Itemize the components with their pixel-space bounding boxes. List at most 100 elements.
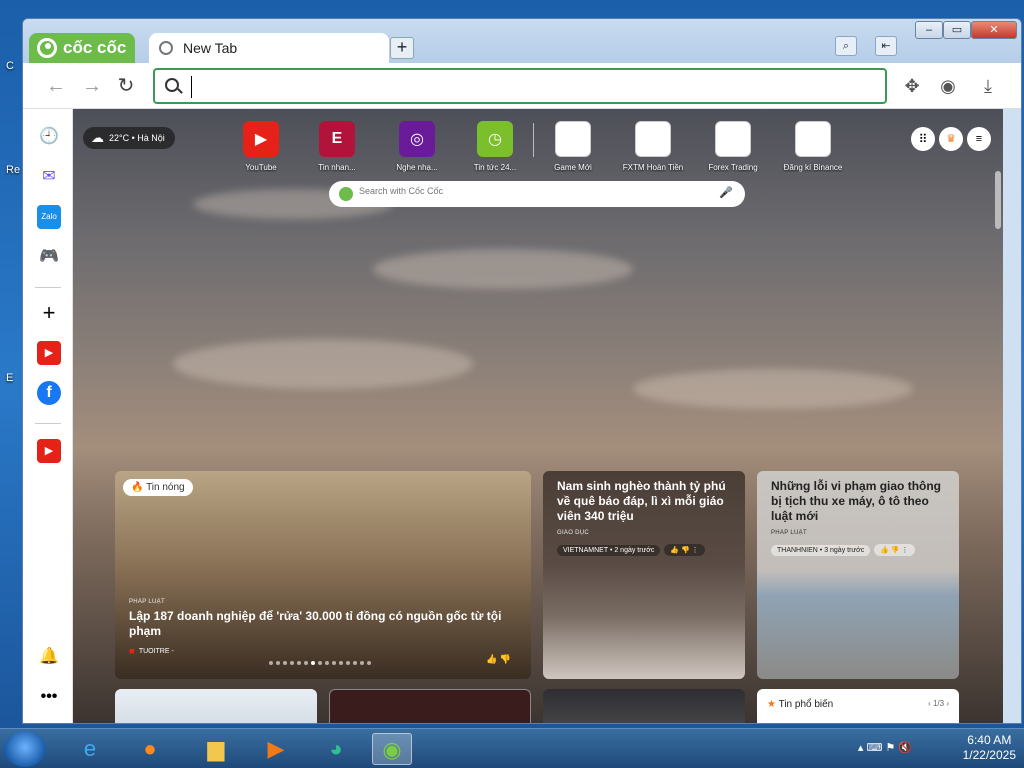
- minimize-button[interactable]: –: [915, 21, 943, 39]
- carousel-dots[interactable]: [269, 661, 371, 665]
- news-category: PHÁP LUẬT: [771, 530, 807, 536]
- shortcut-1[interactable]: E Tin nhan...: [302, 121, 372, 172]
- shortcut-tile-icon: ◷: [477, 121, 513, 157]
- clock[interactable]: 6:40 AM 1/22/2025: [963, 733, 1016, 763]
- profile-icon[interactable]: ◉: [937, 75, 959, 97]
- weather-widget[interactable]: 22°C • Hà Nội: [83, 127, 175, 149]
- tab-favicon-icon: [159, 41, 173, 55]
- shortcut-label: Tin nhan...: [318, 163, 356, 172]
- search-icon: [165, 78, 179, 92]
- tab-title: New Tab: [183, 40, 238, 56]
- messenger-icon[interactable]: ✉: [37, 165, 61, 189]
- forward-button[interactable]: →: [79, 73, 105, 99]
- popular-news-item[interactable]: HLV Shin Tae Yong có công: [757, 710, 959, 723]
- extensions-icon[interactable]: ✥: [901, 75, 923, 97]
- address-bar[interactable]: [153, 68, 887, 104]
- shortcut-7[interactable]: Đăng kí Binance: [778, 121, 848, 172]
- youtube-icon[interactable]: ▶: [37, 341, 61, 365]
- maximize-button[interactable]: ▭: [943, 21, 971, 39]
- start-button[interactable]: [4, 731, 46, 767]
- coccoc-search-icon: [339, 187, 353, 201]
- news-title: Lập 187 doanh nghiệp để 'rửa' 30.000 tỉ …: [129, 609, 502, 638]
- shortcut-tile-icon: E: [319, 121, 355, 157]
- shortcut-5[interactable]: FXTM Hoàn Tiền: [618, 121, 688, 172]
- popular-pager: 1/3: [932, 699, 945, 708]
- shortcut-4[interactable]: Game Mới: [538, 121, 608, 172]
- back-button[interactable]: ←: [43, 73, 69, 99]
- shortcut-tile-icon: [715, 121, 751, 157]
- game-icon[interactable]: 🎮: [37, 245, 61, 269]
- close-button[interactable]: ✕: [971, 21, 1017, 39]
- new-tab-page: 22°C • Hà Nội ▶ YouTube E Tin nhan... ◎ Nghe …: [73, 109, 1003, 723]
- settings-sliders-icon[interactable]: ≡: [967, 127, 991, 151]
- coccoc-taskbar-icon[interactable]: ◉: [372, 733, 412, 765]
- source-pill: VIETNAMNET • 2 ngày trước: [557, 544, 661, 556]
- search-input[interactable]: [359, 186, 719, 196]
- background-cloud: [373, 249, 633, 289]
- news-source-name: THANHNIEN: [777, 546, 818, 554]
- shortcut-label: Forex Trading: [708, 163, 758, 172]
- hot-news-badge: 🔥 Tin nóng: [123, 479, 193, 496]
- reload-button[interactable]: ↻: [113, 73, 139, 99]
- media-player-icon[interactable]: ▶: [256, 733, 296, 765]
- shortcut-label: Nghe nhạ...: [396, 163, 438, 172]
- sidebar: 🕘 ✉ Zalo 🎮 + ▶ f ▶ 🔔 •••: [23, 109, 73, 723]
- news-time: 3 ngày trước: [824, 546, 865, 554]
- video-app-icon[interactable]: ▶: [37, 439, 61, 463]
- news-card-4[interactable]: [115, 689, 317, 723]
- background-cloud: [633, 369, 913, 409]
- taskbar: e ● ▆ ▶ ◕ ◉ ▴ ⌨ ⚑ 🔇 6:40 AM 1/22/2025: [0, 728, 1024, 768]
- facebook-icon[interactable]: f: [37, 381, 61, 405]
- news-card-main[interactable]: 🔥 Tin nóng PHÁP LUẬT Lập 187 doanh nghiệ…: [115, 471, 531, 679]
- sidebar-divider: [35, 423, 61, 424]
- more-options-icon[interactable]: •••: [37, 685, 61, 709]
- firefox-icon[interactable]: ●: [130, 733, 170, 765]
- news-card-3[interactable]: Những lỗi vi phạm giao thông bị tịch thu…: [757, 471, 959, 679]
- like-dislike-icons[interactable]: 👍 👎 ⋮: [664, 544, 705, 556]
- desktop-icon-label[interactable]: E: [6, 372, 13, 384]
- desktop-icon-label[interactable]: C: [6, 60, 14, 72]
- new-tab-button[interactable]: +: [390, 37, 414, 59]
- coccoc-logo[interactable]: cốc cốc: [29, 33, 135, 63]
- shortcut-2[interactable]: ◎ Nghe nhạ...: [382, 121, 452, 172]
- news-card-2[interactable]: Nam sinh nghèo thành tỷ phú về quê báo đ…: [543, 471, 745, 679]
- sidebar-toggle-icon[interactable]: ⇤: [875, 36, 897, 56]
- clock-time: 6:40 AM: [967, 733, 1012, 747]
- system-tray-icons[interactable]: ▴ ⌨ ⚑ 🔇: [858, 741, 912, 756]
- shortcut-tile-icon: ◎: [399, 121, 435, 157]
- shortcut-label: Tin tức 24...: [473, 163, 517, 172]
- shortcut-6[interactable]: Forex Trading: [698, 121, 768, 172]
- history-icon[interactable]: 🕘: [37, 125, 61, 149]
- tab-search-icon[interactable]: ⌕: [835, 36, 857, 56]
- coccoc-logo-icon: [37, 38, 57, 58]
- news-card-6[interactable]: [543, 689, 745, 723]
- shortcut-3[interactable]: ◷ Tin tức 24...: [460, 121, 530, 172]
- apps-grid-icon[interactable]: ⠿: [911, 127, 935, 151]
- tab-new-tab[interactable]: New Tab: [149, 33, 389, 63]
- news-source: THANHNIEN • 3 ngày trước 👍 👎 ⋮: [771, 544, 945, 556]
- microphone-icon[interactable]: 🎤: [719, 186, 733, 199]
- download-icon[interactable]: ⤓: [977, 75, 999, 97]
- zalo-icon[interactable]: Zalo: [37, 205, 61, 229]
- add-sidebar-app-icon[interactable]: +: [37, 301, 61, 325]
- like-dislike-icons[interactable]: 👍 👎: [486, 654, 511, 665]
- address-input[interactable]: [191, 76, 871, 98]
- desktop-icon-label[interactable]: Re: [6, 164, 20, 176]
- sidebar-divider: [35, 287, 61, 288]
- shortcut-tile-icon: ▶: [243, 121, 279, 157]
- scrollbar-thumb[interactable]: [995, 171, 1001, 229]
- crown-icon[interactable]: ♛: [939, 127, 963, 151]
- notification-bell-icon[interactable]: 🔔: [37, 645, 61, 669]
- prev-icon[interactable]: ‹: [928, 699, 931, 708]
- app-icon[interactable]: ◕: [316, 733, 356, 765]
- search-box[interactable]: 🎤: [329, 181, 745, 207]
- next-icon[interactable]: ›: [946, 699, 949, 708]
- shortcut-tile-icon: [555, 121, 591, 157]
- hot-news-label: Tin nóng: [146, 482, 185, 493]
- like-dislike-icons[interactable]: 👍 👎 ⋮: [874, 544, 915, 556]
- file-explorer-icon[interactable]: ▆: [196, 733, 236, 765]
- shortcut-label: YouTube: [245, 163, 277, 172]
- shortcut-0[interactable]: ▶ YouTube: [226, 121, 296, 172]
- news-card-5[interactable]: [329, 689, 531, 723]
- internet-explorer-icon[interactable]: e: [70, 733, 110, 765]
